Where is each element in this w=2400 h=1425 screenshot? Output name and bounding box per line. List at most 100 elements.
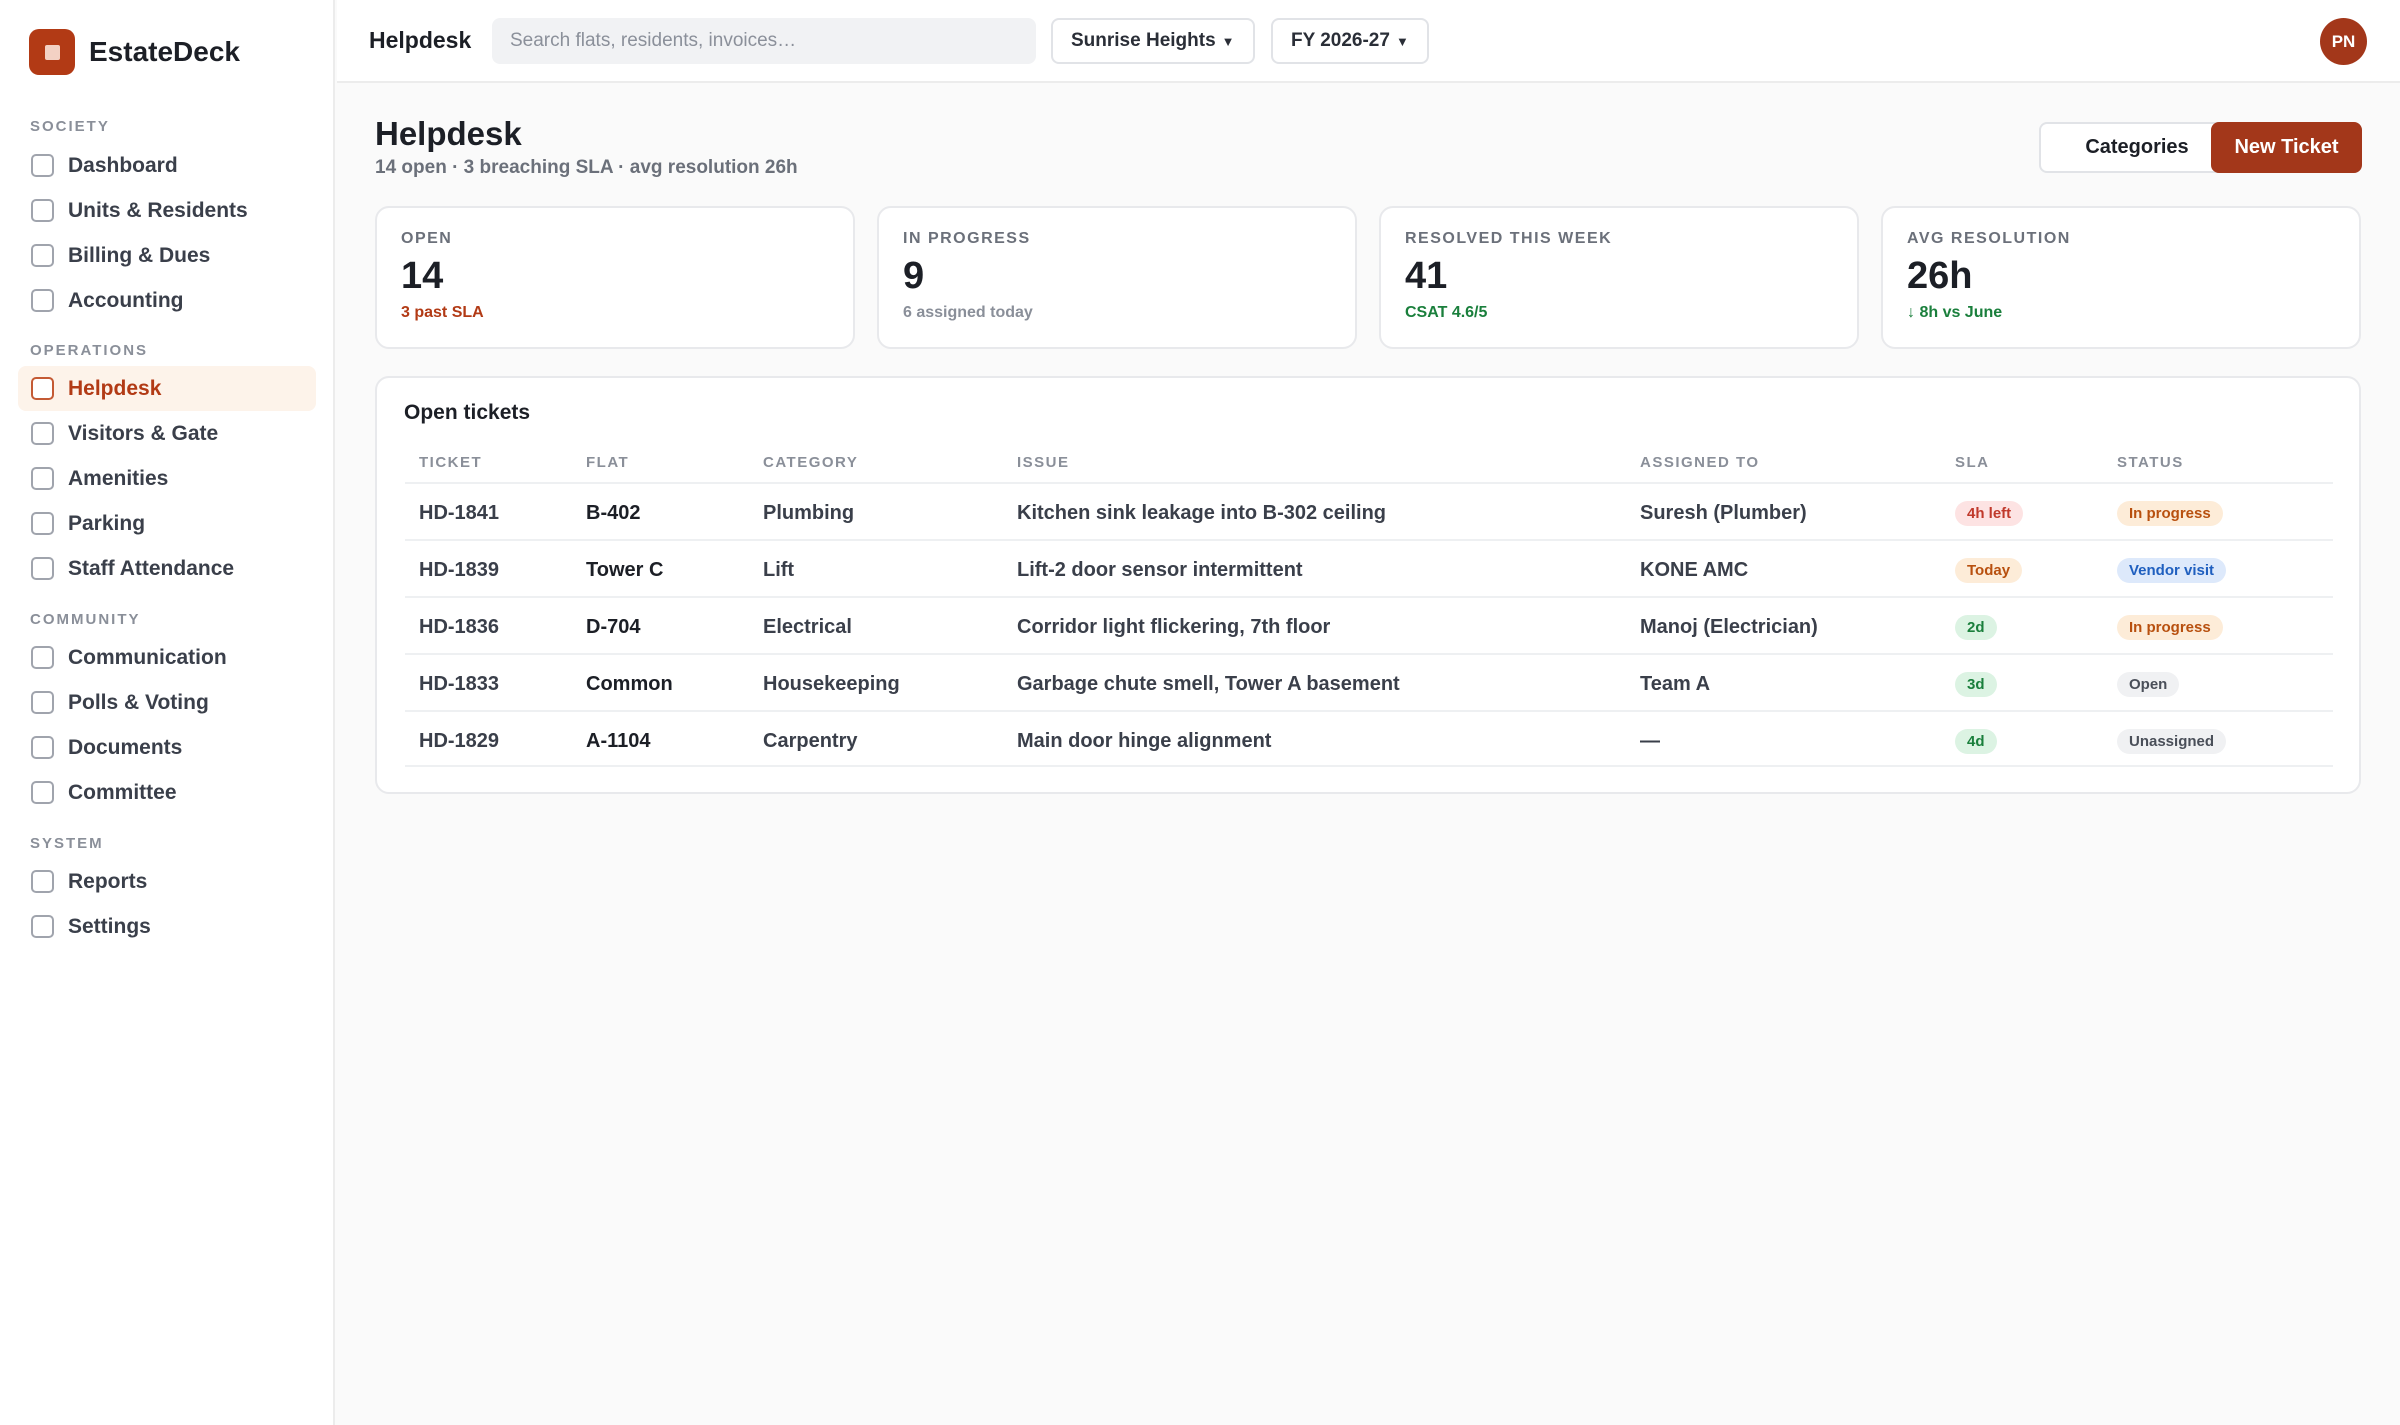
stat-value: 41 — [1405, 255, 1448, 297]
brand-name: EstateDeck — [89, 36, 240, 67]
checkbox-icon — [31, 915, 54, 938]
sidebar-item-polls-voting[interactable]: Polls & Voting — [18, 680, 316, 725]
table-row[interactable]: HD-1839 Tower C Lift Lift-2 door sensor … — [405, 539, 2333, 596]
sidebar-item-label: Dashboard — [68, 153, 178, 177]
stat-card-resolved-this-week: RESOLVED THIS WEEK 41 CSAT 4.6/5 — [1379, 206, 1859, 349]
stat-card-avg-resolution: AVG RESOLUTION 26h ↓ 8h vs June — [1881, 206, 2361, 349]
stat-label: IN PROGRESS — [903, 230, 1031, 247]
page-subtitle: 14 open · 3 breaching SLA · avg resoluti… — [375, 157, 798, 178]
sidebar-item-units-residents[interactable]: Units & Residents — [18, 188, 316, 233]
flat: Common — [586, 673, 673, 695]
checkbox-icon — [31, 781, 54, 804]
assigned-to: Suresh (Plumber) — [1640, 502, 1807, 524]
column-header-category[interactable]: CATEGORY — [763, 454, 858, 471]
stat-value: 26h — [1907, 255, 1973, 297]
checkbox-icon — [31, 646, 54, 669]
table-row[interactable]: HD-1833 Common Housekeeping Garbage chut… — [405, 653, 2333, 710]
checkbox-icon — [31, 870, 54, 893]
stat-value: 9 — [903, 255, 925, 297]
sidebar-item-label: Reports — [68, 869, 148, 893]
column-header-status[interactable]: STATUS — [2117, 454, 2184, 471]
column-header-sla[interactable]: SLA — [1955, 454, 1990, 471]
category: Electrical — [763, 616, 852, 638]
status-badge: Open — [2117, 672, 2180, 697]
column-header-assigned-to[interactable]: ASSIGNED TO — [1640, 454, 1760, 471]
status-badge: In progress — [2117, 501, 2223, 526]
sidebar-item-label: Visitors & Gate — [68, 421, 219, 445]
sla-badge: Today — [1955, 558, 2023, 583]
sidebar-item-amenities[interactable]: Amenities — [18, 456, 316, 501]
ticket-id[interactable]: HD-1841 — [419, 502, 499, 525]
sidebar-item-visitors-gate[interactable]: Visitors & Gate — [18, 411, 316, 456]
stat-label: AVG RESOLUTION — [1907, 230, 2071, 247]
issue: Garbage chute smell, Tower A basement — [1017, 673, 1400, 695]
sidebar-item-staff-attendance[interactable]: Staff Attendance — [18, 546, 316, 591]
sidebar-item-settings[interactable]: Settings — [18, 904, 316, 949]
sidebar-item-billing-dues[interactable]: Billing & Dues — [18, 233, 316, 278]
column-header-ticket[interactable]: TICKET — [419, 454, 482, 471]
brand[interactable]: EstateDeck — [29, 29, 240, 75]
flat: D-704 — [586, 616, 641, 638]
new-ticket-button[interactable]: New Ticket — [2211, 122, 2362, 173]
table-row[interactable]: HD-1829 A-1104 Carpentry Main door hinge… — [405, 710, 2333, 767]
assigned-to: — — [1640, 730, 1660, 752]
sidebar-item-parking[interactable]: Parking — [18, 501, 316, 546]
sidebar-item-accounting[interactable]: Accounting — [18, 278, 316, 323]
nav-section-community: COMMUNITY — [30, 611, 141, 628]
checkbox-icon — [31, 422, 54, 445]
fiscal-year-dropdown[interactable]: FY 2026-27 ▼ — [1271, 18, 1429, 64]
sidebar-item-dashboard[interactable]: Dashboard — [18, 143, 316, 188]
sidebar-item-label: Units & Residents — [68, 198, 248, 222]
topbar-title: Helpdesk — [369, 27, 472, 53]
column-header-flat[interactable]: FLAT — [586, 454, 629, 471]
issue: Kitchen sink leakage into B-302 ceiling — [1017, 502, 1387, 524]
issue: Lift-2 door sensor intermittent — [1017, 559, 1303, 581]
flat: A-1104 — [586, 730, 651, 752]
stat-label: OPEN — [401, 230, 453, 247]
checkbox-icon — [31, 467, 54, 490]
issue: Main door hinge alignment — [1017, 730, 1272, 752]
checkbox-icon — [31, 557, 54, 580]
table-row[interactable]: HD-1841 B-402 Plumbing Kitchen sink leak… — [405, 482, 2333, 539]
sidebar-item-label: Documents — [68, 735, 183, 759]
checkbox-icon — [31, 154, 54, 177]
stat-card-open: OPEN 14 3 past SLA — [375, 206, 855, 349]
sidebar-item-communication[interactable]: Communication — [18, 635, 316, 680]
sidebar-item-label: Committee — [68, 780, 177, 804]
assigned-to: KONE AMC — [1640, 559, 1749, 581]
sidebar-item-reports[interactable]: Reports — [18, 859, 316, 904]
sla-badge: 4h left — [1955, 501, 2024, 526]
categories-button[interactable]: Categories — [2039, 122, 2235, 173]
open-tickets-panel: Open tickets TICKET FLAT CATEGORY ISSUE … — [375, 376, 2361, 794]
sidebar-item-helpdesk[interactable]: Helpdesk — [18, 366, 316, 411]
ticket-id[interactable]: HD-1839 — [419, 559, 499, 582]
panel-title: Open tickets — [404, 401, 531, 424]
checkbox-icon — [31, 289, 54, 312]
status-badge: Vendor visit — [2117, 558, 2227, 583]
stat-value: 14 — [401, 255, 444, 297]
stat-note: 3 past SLA — [401, 303, 484, 321]
sidebar-item-documents[interactable]: Documents — [18, 725, 316, 770]
table-row[interactable]: HD-1836 D-704 Electrical Corridor light … — [405, 596, 2333, 653]
checkbox-icon — [31, 199, 54, 222]
issue: Corridor light flickering, 7th floor — [1017, 616, 1331, 638]
sidebar-item-committee[interactable]: Committee — [18, 770, 316, 815]
ticket-id[interactable]: HD-1833 — [419, 673, 499, 696]
sidebar-item-label: Billing & Dues — [68, 243, 211, 267]
ticket-id[interactable]: HD-1829 — [419, 730, 499, 753]
category: Housekeeping — [763, 673, 900, 695]
page-title: Helpdesk — [375, 115, 522, 152]
sidebar-item-label: Accounting — [68, 288, 184, 312]
sidebar-item-label: Helpdesk — [68, 376, 162, 400]
category: Carpentry — [763, 730, 858, 752]
stat-card-in-progress: IN PROGRESS 9 6 assigned today — [877, 206, 1357, 349]
society-dropdown[interactable]: Sunrise Heights ▼ — [1051, 18, 1255, 64]
sidebar-item-label: Settings — [68, 914, 151, 938]
column-header-issue[interactable]: ISSUE — [1017, 454, 1070, 471]
ticket-id[interactable]: HD-1836 — [419, 616, 499, 639]
status-badge: In progress — [2117, 615, 2223, 640]
search-input[interactable]: Search flats, residents, invoices… — [492, 18, 1036, 64]
topbar: Helpdesk Search flats, residents, invoic… — [337, 0, 2400, 83]
avatar[interactable]: PN — [2320, 18, 2367, 65]
checkbox-icon — [31, 691, 54, 714]
